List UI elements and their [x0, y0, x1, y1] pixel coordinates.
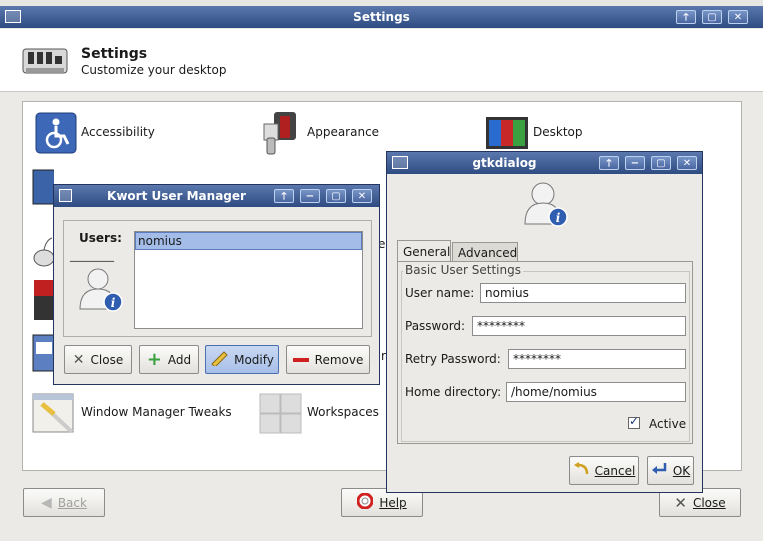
page-subtitle: Customize your desktop [81, 63, 227, 77]
modify-icon [210, 350, 228, 369]
window-title: Settings [353, 10, 410, 24]
users-list[interactable]: nomius [134, 231, 363, 329]
active-label: Active [649, 417, 687, 431]
add-label: Add [167, 352, 192, 367]
item-wm-tweaks[interactable]: Window Manager Tweaks [32, 390, 252, 435]
cancel-button[interactable]: Cancel [569, 456, 639, 485]
display-icon[interactable] [32, 168, 58, 215]
close-window-button[interactable]: ✕ [352, 189, 372, 203]
close-window-button[interactable]: ✕ [728, 10, 748, 24]
tab-advanced[interactable]: Advanced [452, 242, 518, 262]
item-label: Appearance [307, 125, 380, 139]
tab-label: Advanced [458, 246, 518, 260]
mouse-icon[interactable] [32, 232, 55, 271]
item-label: Window Manager Tweaks [81, 405, 232, 419]
accessibility-icon [35, 112, 77, 157]
maximize-button[interactable]: ▢ [326, 189, 346, 203]
close-label: Close [692, 495, 726, 510]
item-label: Workspaces [307, 405, 379, 419]
page-title: Settings [81, 46, 148, 62]
username-label: User name: [405, 286, 475, 300]
back-button[interactable]: ◀ Back [23, 488, 105, 517]
home-directory-field[interactable]: /home/nomius [506, 382, 686, 402]
back-label: Back [57, 495, 87, 510]
retry-password-label: Retry Password: [405, 352, 501, 366]
tab-label: General [403, 245, 451, 259]
back-icon: ◀ [41, 494, 52, 511]
item-label: Accessibility [81, 125, 155, 139]
users-label: Users: [79, 231, 122, 245]
gtkdialog-titlebar[interactable]: gtkdialog 🡑 − ▢ ✕ [387, 152, 702, 174]
settings-icon [22, 46, 68, 78]
help-icon [356, 492, 374, 512]
cancel-icon [573, 462, 589, 479]
username-field[interactable]: nomius [480, 283, 686, 303]
password-label: Password: [405, 319, 466, 333]
ok-icon [651, 462, 667, 479]
close-icon: ✕ [72, 351, 85, 368]
tab-general[interactable]: General [397, 240, 451, 262]
list-item[interactable]: nomius [135, 232, 362, 250]
help-label: Help [379, 495, 407, 510]
user-icon: i [523, 180, 569, 231]
kwort-titlebar[interactable]: Kwort User Manager 🡑 − ▢ ✕ [54, 185, 379, 207]
add-user-button[interactable]: + Add [139, 345, 199, 374]
remove-icon [292, 357, 309, 362]
item-label: Desktop [533, 125, 583, 139]
ok-button[interactable]: OK [647, 456, 694, 485]
shade-button[interactable]: 🡑 [676, 10, 696, 24]
item-appearance[interactable]: Appearance [258, 110, 458, 155]
add-icon: + [146, 349, 162, 370]
retry-password-field[interactable]: ******** [508, 349, 686, 369]
item-desktop[interactable]: Desktop [484, 110, 684, 155]
item-accessibility[interactable]: Accessibility [32, 110, 232, 155]
active-checkbox[interactable]: ✓ [628, 414, 640, 429]
modify-label: Modify [234, 352, 274, 367]
gtkdialog-window: gtkdialog 🡑 − ▢ ✕ i General Advanced Bas… [386, 151, 703, 493]
ok-label: OK [672, 463, 691, 478]
settings-header: Settings Customize your desktop [0, 29, 763, 92]
workspaces-icon [259, 393, 303, 438]
window-manager-icon[interactable] [32, 334, 56, 377]
close-window-button[interactable]: ✕ [677, 156, 697, 170]
close-label: Close [90, 352, 124, 367]
user-icon: i [78, 267, 124, 316]
modify-button[interactable]: Modify [205, 345, 279, 374]
users-underline: ________ [70, 249, 114, 262]
password-field[interactable]: ******** [472, 316, 686, 336]
close-icon: ✕ [674, 493, 687, 512]
remove-button[interactable]: Remove [286, 345, 370, 374]
kwort-close-button[interactable]: ✕ Close [64, 345, 132, 374]
maximize-button[interactable]: ▢ [651, 156, 671, 170]
cancel-label: Cancel [594, 463, 636, 478]
desktop-icon [485, 116, 529, 153]
shade-button[interactable]: 🡑 [274, 189, 294, 203]
wm-tweaks-icon [32, 392, 78, 439]
home-directory-label: Home directory: [405, 385, 502, 399]
svg-text:i: i [556, 211, 561, 225]
shade-button[interactable]: 🡑 [599, 156, 619, 170]
maximize-button[interactable]: ▢ [702, 10, 722, 24]
window-title: gtkdialog [472, 156, 537, 170]
window-title: Kwort User Manager [107, 189, 246, 203]
minimize-button[interactable]: − [300, 189, 320, 203]
remove-label: Remove [314, 352, 364, 367]
session-icon[interactable] [32, 280, 54, 327]
minimize-button[interactable]: − [625, 156, 645, 170]
kwort-user-manager-window: Kwort User Manager 🡑 − ▢ ✕ Users: ______… [53, 184, 380, 385]
check-icon: ✓ [629, 414, 640, 428]
section-label: Basic User Settings [403, 263, 523, 277]
appearance-icon [258, 110, 302, 159]
svg-text:i: i [111, 296, 116, 310]
settings-titlebar[interactable]: Settings 🡑 ▢ ✕ [0, 6, 763, 28]
